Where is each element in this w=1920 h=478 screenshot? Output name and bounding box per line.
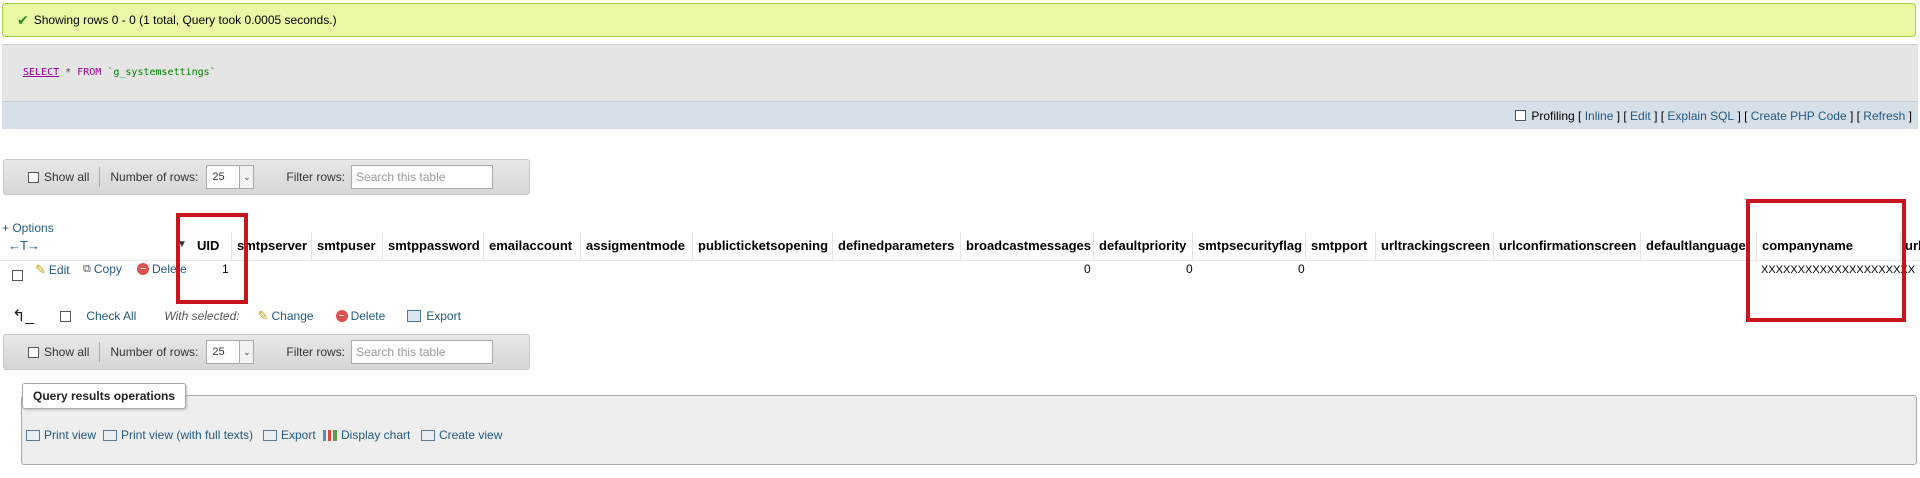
sql-query-box: SELECT * FROM `g_systemsettings` Profili… (2, 44, 1918, 129)
rows-label-bottom: Number of rows: (110, 345, 199, 359)
row-edit-button[interactable]: ✎ Edit (35, 262, 70, 278)
options-link[interactable]: + Options (2, 221, 54, 235)
show-all-checkbox-top[interactable] (28, 171, 39, 183)
view-icon (421, 429, 435, 441)
column-header-smtppassword[interactable]: smtppassword (382, 232, 480, 260)
column-header-emailaccount[interactable]: emailaccount (483, 232, 572, 260)
inline-link[interactable]: Inline (1585, 109, 1614, 123)
sql-query-text: SELECT * FROM `g_systemsettings` (23, 67, 216, 78)
edit-link[interactable]: Edit (1630, 109, 1651, 123)
bar-chart-icon (323, 429, 337, 441)
delete-selected-button[interactable]: – Delete (335, 309, 385, 323)
profiling-label: Profiling (1531, 108, 1575, 123)
sql-table-name: `g_systemsettings` (107, 67, 216, 78)
sql-keyword-from: FROM (77, 67, 102, 78)
rows-select-top[interactable]: 25 ⌄ (206, 165, 255, 189)
check-all-checkbox[interactable] (60, 310, 72, 322)
profiling-checkbox[interactable] (1515, 110, 1527, 121)
copy-icon: ⧉ (83, 262, 91, 275)
column-header-smtpport[interactable]: smtpport (1305, 232, 1367, 260)
row-copy-button[interactable]: ⧉ Copy (83, 262, 122, 276)
column-header-publicticketsopening[interactable]: publicticketsopening (692, 232, 828, 260)
companyname-column-highlight (1746, 199, 1906, 322)
query-results-operations-legend: Query results operations (22, 383, 187, 409)
print-icon (103, 429, 117, 441)
rows-label-top: Number of rows: (110, 170, 199, 184)
pencil-icon: ✎ (257, 308, 269, 323)
top-navigation-bar: Show all Number of rows: 25 ⌄ Filter row… (3, 159, 530, 195)
check-all-link[interactable]: Check All (86, 309, 136, 323)
bottom-navigation-bar: Show all Number of rows: 25 ⌄ Filter row… (3, 334, 530, 370)
cell-smtpsecurityflag[interactable]: 0 (1298, 262, 1305, 276)
export-icon (263, 429, 277, 441)
column-header-smtpsecurityflag[interactable]: smtpsecurityflag (1192, 232, 1302, 260)
create-view-link[interactable]: Create view (421, 428, 502, 442)
check-icon: ✔ (17, 11, 29, 28)
uid-column-highlight (176, 213, 248, 304)
show-all-label-bottom: Show all (44, 345, 90, 359)
success-message: ✔ Showing rows 0 - 0 (1 total, Query too… (2, 3, 1916, 37)
show-all-label-top: Show all (44, 170, 90, 184)
print-view-link[interactable]: Print view (26, 428, 96, 442)
column-header-defaultpriority[interactable]: defaultpriority (1093, 232, 1186, 260)
column-header-urltrackingscreen[interactable]: urltrackingscreen (1375, 232, 1490, 260)
filter-input-top[interactable]: Search this table (351, 165, 494, 189)
display-chart-link[interactable]: Display chart (323, 428, 410, 442)
rows-select-bottom[interactable]: 25 ⌄ (206, 340, 255, 364)
create-php-code-link[interactable]: Create PHP Code (1751, 109, 1847, 123)
chevron-down-icon: ⌄ (239, 341, 254, 363)
column-header-urlconfirmationscreen[interactable]: urlconfirmationscreen (1493, 232, 1636, 260)
sql-star: * (65, 67, 72, 78)
filter-label-top: Filter rows: (286, 170, 346, 184)
refresh-link[interactable]: Refresh (1863, 109, 1905, 123)
with-selected-bar: ↰_ Check All With selected: ✎ Change – D… (12, 306, 461, 326)
explain-sql-link[interactable]: Explain SQL (1667, 109, 1734, 123)
filter-label-bottom: Filter rows: (286, 345, 346, 359)
column-header-assigmentmode[interactable]: assigmentmode (580, 232, 685, 260)
divider (99, 167, 101, 187)
export-selected-button[interactable]: Export (407, 309, 461, 323)
export-link[interactable]: Export (263, 428, 316, 442)
change-selected-button[interactable]: ✎ Change (258, 308, 314, 324)
delete-icon: – (335, 310, 348, 322)
column-header-broadcastmessages[interactable]: broadcastmessages (960, 232, 1091, 260)
cell-defaultpriority[interactable]: 0 (1186, 262, 1193, 276)
filter-input-bottom[interactable]: Search this table (351, 340, 494, 364)
chevron-down-icon: ⌄ (239, 166, 254, 188)
delete-icon: – (137, 263, 149, 275)
check-all-arrow-icon: ↰_ (12, 308, 35, 325)
print-icon (26, 429, 40, 441)
print-view-full-texts-link[interactable]: Print view (with full texts) (103, 428, 253, 442)
cell-broadcastmessages[interactable]: 0 (1084, 262, 1091, 276)
export-icon (407, 310, 422, 322)
row-checkbox[interactable] (12, 270, 23, 281)
column-header-definedparameters[interactable]: definedparameters (832, 232, 954, 260)
show-all-checkbox-bottom[interactable] (28, 346, 39, 358)
column-arrows-icon[interactable]: ←T→ (8, 238, 40, 253)
sql-toolbar: Profiling [ Inline ] [ Edit ] [ Explain … (2, 101, 1918, 129)
table-row (0, 260, 1920, 284)
success-text: Showing rows 0 - 0 (1 total, Query took … (33, 13, 337, 27)
sql-keyword-select[interactable]: SELECT (23, 67, 59, 78)
column-header-defaultlanguage[interactable]: defaultlanguage (1640, 232, 1746, 260)
divider (99, 342, 101, 362)
with-selected-label: With selected: (164, 309, 240, 323)
pencil-icon: ✎ (35, 262, 46, 277)
column-header-smtpuser[interactable]: smtpuser (311, 232, 376, 260)
